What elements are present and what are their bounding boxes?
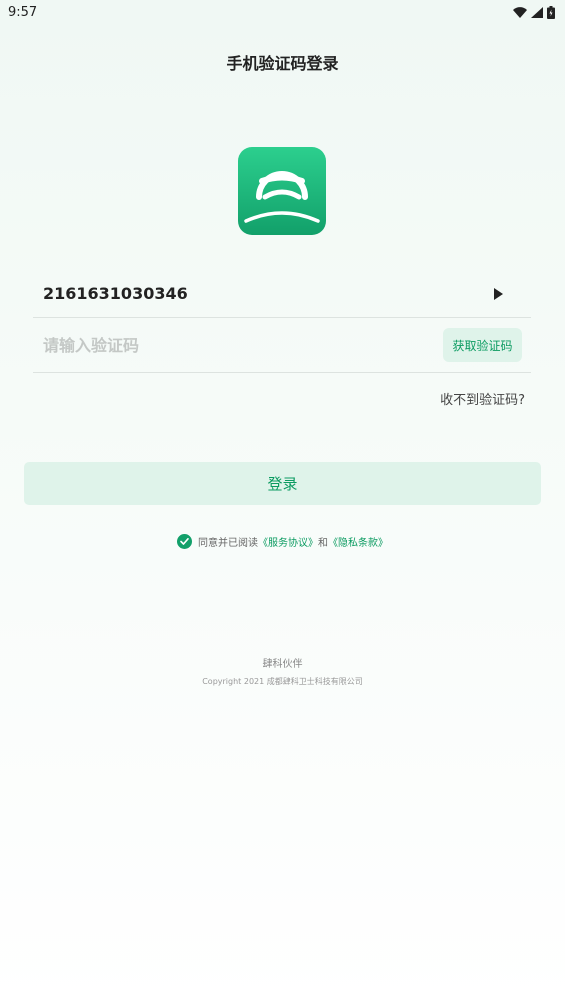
status-bar: 9:57 (0, 0, 565, 24)
agreement-text: 同意并已阅读 《服务协议》 和 《隐私条款》 (198, 534, 388, 549)
privacy-policy-link[interactable]: 《隐私条款》 (328, 534, 388, 549)
signal-icon (531, 6, 543, 18)
verification-code-input[interactable] (43, 335, 343, 355)
login-button[interactable]: 登录 (24, 462, 541, 505)
no-code-link[interactable]: 收不到验证码? (440, 389, 525, 408)
agreement-prefix: 同意并已阅读 (198, 538, 258, 549)
agreement-checkbox[interactable] (177, 534, 192, 549)
agreement: 同意并已阅读 《服务协议》 和 《隐私条款》 (0, 534, 565, 549)
phone-row[interactable]: 2161631030346 (33, 270, 531, 318)
footer-copyright: Copyright 2021 成都肆科卫士科技有限公司 (202, 677, 363, 686)
footer-brand: 肆科伙伴 (262, 659, 303, 670)
agreement-and: 和 (318, 538, 328, 549)
status-time: 9:57 (8, 4, 38, 20)
service-agreement-link[interactable]: 《服务协议》 (258, 534, 318, 549)
play-arrow-icon[interactable] (494, 287, 503, 300)
code-row: 获取验证码 (33, 318, 531, 373)
wifi-icon (513, 6, 527, 18)
page-title: 手机验证码登录 (226, 54, 339, 73)
steering-wheel-icon (238, 147, 326, 235)
app-logo (238, 147, 326, 235)
get-code-button[interactable]: 获取验证码 (443, 328, 522, 362)
check-icon (180, 538, 189, 545)
phone-number-value[interactable]: 2161631030346 (43, 284, 188, 303)
status-icons (513, 5, 555, 19)
battery-icon (547, 5, 555, 19)
